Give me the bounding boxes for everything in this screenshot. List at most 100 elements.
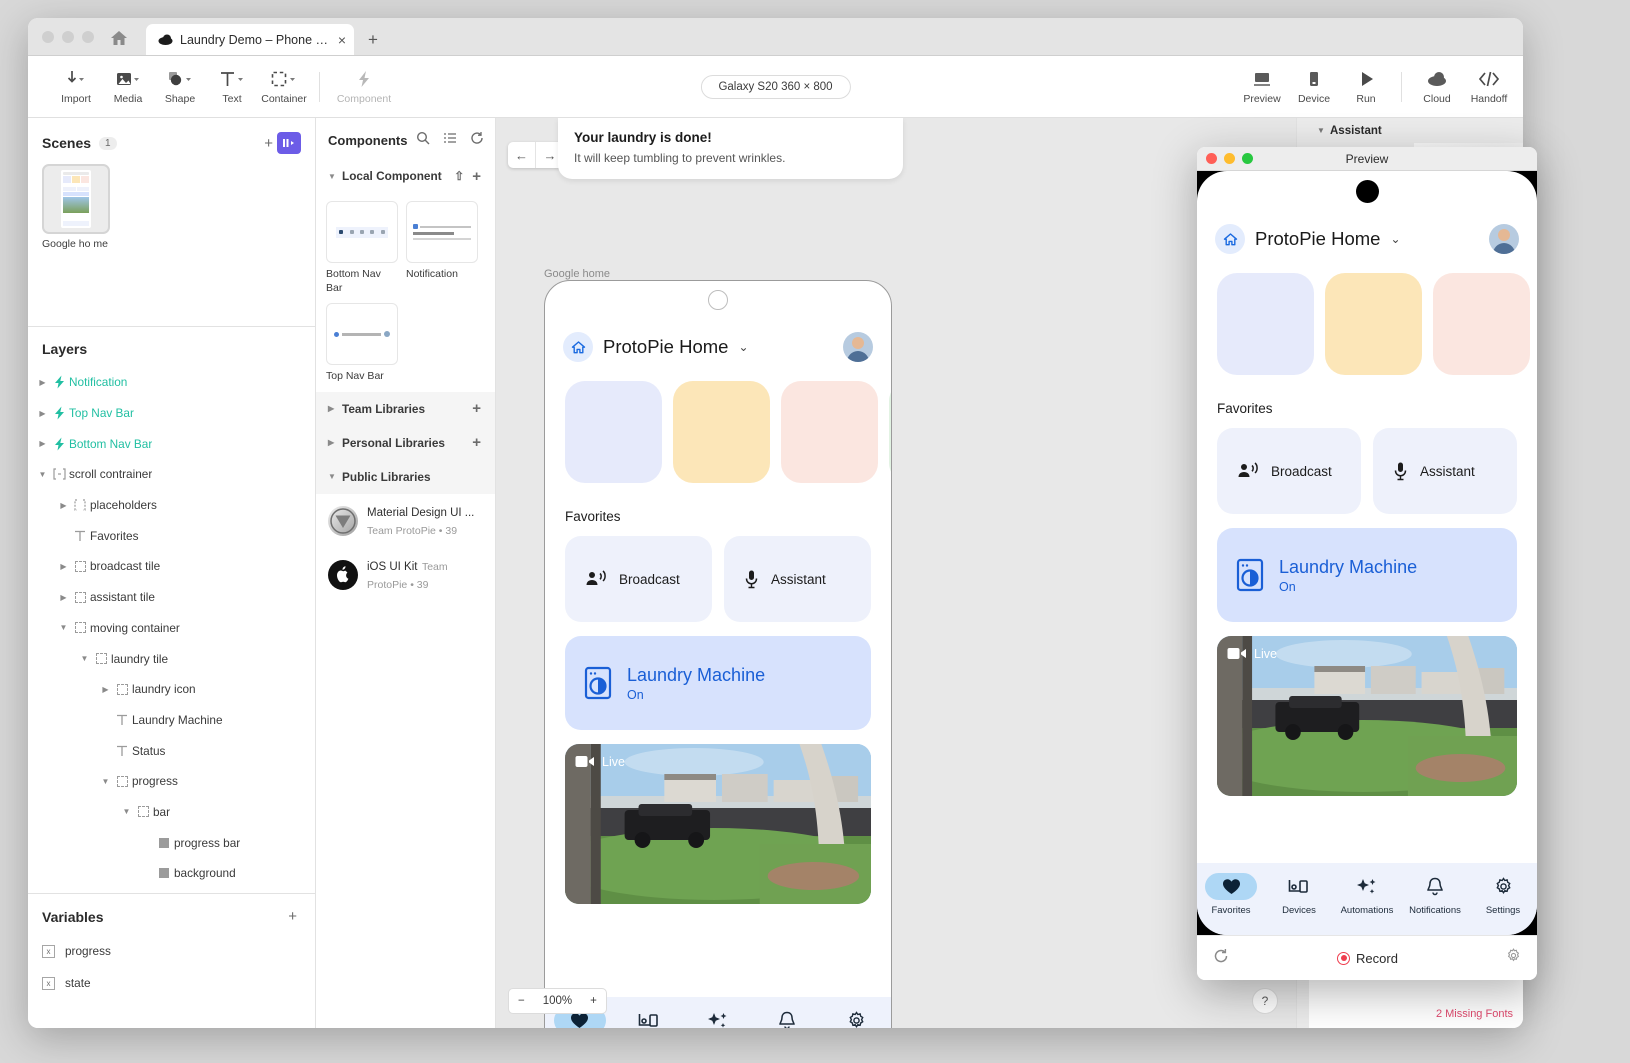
close-tab-icon[interactable]: × — [338, 32, 346, 48]
maximize-window-button[interactable] — [82, 31, 94, 43]
layer-twisty[interactable] — [99, 777, 112, 786]
layer-item[interactable]: Bottom Nav Bar — [28, 428, 315, 459]
bottom-nav-favorites[interactable]: Favorites — [1197, 873, 1265, 916]
add-scene-button[interactable]: + — [260, 135, 277, 152]
variable-item[interactable]: xprogress — [28, 935, 315, 967]
layer-item[interactable]: bar — [28, 797, 315, 828]
component-card[interactable]: Bottom Nav Bar — [326, 201, 398, 295]
layer-twisty[interactable] — [78, 654, 91, 663]
layer-item[interactable]: Laundry Machine — [28, 705, 315, 736]
layer-item[interactable]: laundry icon — [28, 674, 315, 705]
scene-thumbnail[interactable] — [42, 164, 110, 234]
layer-item[interactable]: Favorites — [28, 520, 315, 551]
canvas-area[interactable]: ← → Your laundry is done! It will keep t… — [496, 118, 1296, 1028]
new-tab-button[interactable]: + — [360, 30, 386, 55]
shape-tool[interactable]: Shape — [154, 68, 206, 105]
window-controls[interactable] — [42, 31, 94, 43]
list-icon[interactable] — [439, 131, 461, 149]
avatar[interactable] — [843, 332, 873, 362]
chip-tile[interactable] — [1217, 273, 1314, 375]
assistant-tile[interactable]: Assistant — [724, 536, 871, 622]
device-selector[interactable]: Galaxy S20 360 × 800 — [700, 75, 850, 99]
document-tab[interactable]: Laundry Demo – Phone part × — [146, 24, 354, 55]
bottom-nav-settings[interactable]: Settings — [822, 1007, 891, 1028]
layer-twisty[interactable] — [57, 562, 70, 571]
layer-item[interactable]: placeholders — [28, 490, 315, 521]
minimize-window-button[interactable] — [62, 31, 74, 43]
component-thumbnail[interactable] — [326, 201, 398, 263]
library-item-ios[interactable]: iOS UI Kit Team ProtoPie • 39 — [316, 548, 495, 602]
bottom-nav-settings[interactable]: Settings — [1469, 873, 1537, 916]
team-libraries-section[interactable]: ▶ Team Libraries + — [316, 392, 495, 426]
layer-item[interactable]: broadcast tile — [28, 551, 315, 582]
close-window-button[interactable] — [42, 31, 54, 43]
layer-twisty[interactable] — [36, 378, 49, 387]
media-tool[interactable]: Media — [102, 68, 154, 105]
handoff-button[interactable]: Handoff — [1463, 68, 1515, 105]
bottom-nav-devices[interactable]: Devices — [614, 1007, 683, 1028]
scene-layout-button[interactable] — [277, 132, 301, 154]
refresh-icon[interactable] — [466, 131, 488, 149]
component-card[interactable]: Top Nav Bar — [326, 303, 398, 384]
chip-tile[interactable] — [781, 381, 878, 483]
preview-close-button[interactable] — [1206, 153, 1217, 164]
preview-window[interactable]: Preview ProtoPie Home ⌄ Favorites — [1197, 147, 1537, 980]
layer-item[interactable]: Status — [28, 735, 315, 766]
zoom-out-button[interactable]: − — [509, 995, 534, 1007]
add-personal-library-button[interactable]: + — [468, 434, 485, 451]
bottom-nav-notifications[interactable]: Notifications — [753, 1007, 822, 1028]
zoom-in-button[interactable]: + — [581, 995, 606, 1007]
bottom-nav-notifications[interactable]: Notifications — [1401, 873, 1469, 916]
timeline-section-header[interactable]: ▼Assistant — [1309, 118, 1523, 143]
camera-feed[interactable]: Live — [1217, 636, 1517, 796]
missing-fonts-warning[interactable]: 2 Missing Fonts — [1436, 1008, 1513, 1020]
search-icon[interactable] — [412, 131, 434, 149]
assistant-tile[interactable]: Assistant — [1373, 428, 1517, 514]
broadcast-tile[interactable]: Broadcast — [1217, 428, 1361, 514]
local-component-section[interactable]: ▼ Local Component ⇧ + — [316, 159, 495, 193]
layer-item[interactable]: laundry tile — [28, 643, 315, 674]
home-icon[interactable] — [108, 28, 130, 48]
layer-twisty[interactable] — [57, 501, 70, 510]
cloud-button[interactable]: Cloud — [1411, 68, 1463, 105]
canvas-nav[interactable]: ← → — [508, 142, 564, 168]
component-thumbnail[interactable] — [406, 201, 478, 263]
notification-overlay[interactable]: Your laundry is done! It will keep tumbl… — [558, 118, 903, 179]
bottom-nav-automations[interactable]: Automations — [683, 1007, 752, 1028]
layer-item[interactable]: moving container — [28, 613, 315, 644]
layer-item[interactable]: Notification — [28, 367, 315, 398]
preview-maximize-button[interactable] — [1242, 153, 1253, 164]
component-card[interactable]: Notification — [406, 201, 478, 295]
device-button[interactable]: Device — [1288, 68, 1340, 105]
layer-item[interactable]: Top Nav Bar — [28, 398, 315, 429]
scene-card[interactable]: Google ho me — [42, 164, 110, 251]
component-thumbnail[interactable] — [326, 303, 398, 365]
layer-item[interactable]: background — [28, 858, 315, 889]
layer-item[interactable]: scroll contrainer — [28, 459, 315, 490]
chevron-down-icon[interactable]: ⌄ — [1390, 232, 1400, 246]
text-tool[interactable]: Text — [206, 68, 258, 105]
layer-twisty[interactable] — [120, 807, 133, 816]
broadcast-tile[interactable]: Broadcast — [565, 536, 712, 622]
run-button[interactable]: Run — [1340, 68, 1392, 105]
preview-button[interactable]: Preview — [1236, 68, 1288, 105]
bottom-nav-devices[interactable]: Devices — [1265, 873, 1333, 916]
layer-twisty[interactable] — [36, 439, 49, 448]
chip-tile[interactable] — [565, 381, 662, 483]
preview-screen[interactable]: ProtoPie Home ⌄ Favorites Broadcast Assi… — [1197, 171, 1537, 935]
avatar[interactable] — [1489, 224, 1519, 254]
public-libraries-section[interactable]: ▼ Public Libraries — [316, 460, 495, 494]
refresh-icon[interactable] — [1213, 948, 1229, 969]
upload-icon[interactable]: ⇧ — [450, 169, 468, 183]
canvas-back-button[interactable]: ← — [508, 142, 536, 168]
laundry-machine-tile[interactable]: Laundry Machine On — [565, 636, 871, 730]
personal-libraries-section[interactable]: ▶ Personal Libraries + — [316, 426, 495, 460]
chevron-down-icon[interactable]: ⌄ — [738, 340, 748, 354]
layer-item[interactable]: progress bar — [28, 827, 315, 858]
bottom-nav-automations[interactable]: Automations — [1333, 873, 1401, 916]
layer-item[interactable]: assistant tile — [28, 582, 315, 613]
record-button[interactable]: Record — [1229, 951, 1506, 966]
phone-mockup[interactable]: ProtoPie Home ⌄ Favorites Broadcast — [544, 280, 892, 1028]
chip-tile[interactable] — [1433, 273, 1530, 375]
chip-tile[interactable] — [889, 381, 892, 483]
